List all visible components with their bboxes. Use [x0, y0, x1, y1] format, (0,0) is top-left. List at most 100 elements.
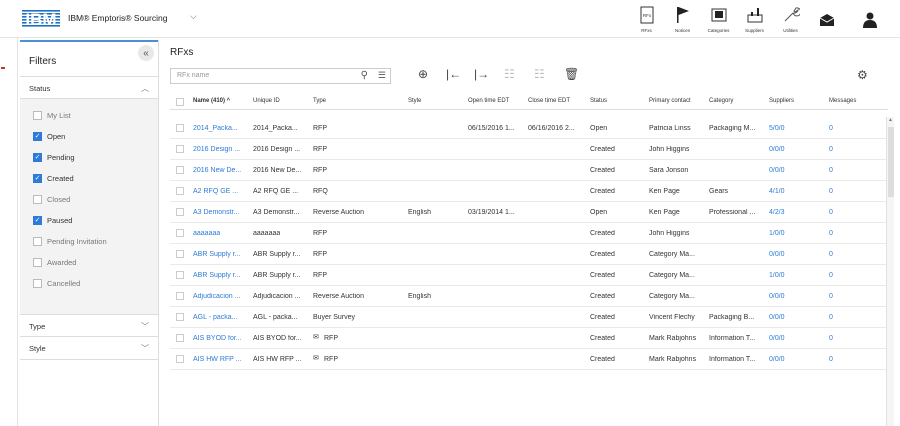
- suppliers-count[interactable]: 0/0/0: [769, 146, 785, 153]
- table-row[interactable]: ABR Supply r... ABR Supply r... RFP Created…: [170, 244, 888, 265]
- table-row[interactable]: ABR Supply r... ABR Supply r... RFP Created…: [170, 265, 888, 286]
- row-checkbox[interactable]: [176, 166, 184, 174]
- row-checkbox[interactable]: [176, 124, 184, 132]
- table-row[interactable]: Adjudicacion ... Adjudicacion ... Reverse …: [170, 286, 888, 307]
- select-all-checkbox[interactable]: [176, 98, 184, 106]
- col-name[interactable]: Name (410) ^: [193, 98, 230, 104]
- add-circle-icon[interactable]: ⊕: [418, 67, 428, 81]
- messages-count[interactable]: 0: [829, 167, 833, 174]
- table-row[interactable]: AIS HW RFP ... AIS HW RFP ... ✉ RFP Created M…: [170, 349, 888, 370]
- col-primary-contact[interactable]: Primary contact: [649, 98, 691, 104]
- table-row[interactable]: 2016 Design ... 2016 Design ... RFP Created…: [170, 139, 888, 160]
- table-row[interactable]: aaaaaaa aaaaaaa RFP Created John Higgins 1/0/…: [170, 223, 888, 244]
- status-option-awarded[interactable]: Awarded: [20, 252, 158, 273]
- messages-count[interactable]: 0: [829, 272, 833, 279]
- type-section-header[interactable]: Type ﹀: [20, 314, 158, 337]
- col-suppliers[interactable]: Suppliers: [769, 98, 794, 104]
- status-option-paused[interactable]: Paused: [20, 210, 158, 231]
- col-close-time[interactable]: Close time EDT: [528, 98, 570, 104]
- row-checkbox[interactable]: [176, 271, 184, 279]
- rfx-name-link[interactable]: AIS BYOD for...: [193, 335, 242, 342]
- nav-notices[interactable]: Notices: [670, 2, 695, 36]
- messages-count[interactable]: 0: [829, 146, 833, 153]
- suppliers-count[interactable]: 0/0/0: [769, 251, 785, 258]
- suppliers-count[interactable]: 5/0/0: [769, 125, 785, 132]
- col-style[interactable]: Style: [408, 98, 421, 104]
- table-row[interactable]: A3 Demonstr... A3 Demonstr... Reverse Auct…: [170, 202, 888, 223]
- table-row[interactable]: AIS BYOD for... AIS BYOD for... ✉ RFP Create…: [170, 328, 888, 349]
- rfx-name-link[interactable]: A2 RFQ GE ...: [193, 188, 238, 195]
- messages-count[interactable]: 0: [829, 188, 833, 195]
- suppliers-count[interactable]: 4/1/0: [769, 188, 785, 195]
- suppliers-count[interactable]: 0/0/0: [769, 356, 785, 363]
- nav-messages[interactable]: [814, 2, 839, 36]
- filter-search-icon[interactable]: ☰: [378, 70, 386, 81]
- rfx-name-link[interactable]: AGL - packa...: [193, 314, 237, 321]
- settings-gear-icon[interactable]: ⚙: [857, 68, 868, 82]
- status-section-header[interactable]: Status ︿: [20, 76, 158, 99]
- suppliers-count[interactable]: 0/0/0: [769, 167, 785, 174]
- suppliers-count[interactable]: 1/0/0: [769, 272, 785, 279]
- nav-user[interactable]: [857, 2, 882, 36]
- nav-utilities[interactable]: Utilities: [778, 2, 803, 36]
- row-checkbox[interactable]: [176, 292, 184, 300]
- table-row[interactable]: 2014_Packa... 2014_Packa... RFP 06/15/2016 …: [170, 118, 888, 139]
- rfx-name-link[interactable]: AIS HW RFP ...: [193, 356, 242, 363]
- rfx-name-link[interactable]: A3 Demonstr...: [193, 209, 239, 216]
- rfx-name-link[interactable]: 2016 New De...: [193, 167, 241, 174]
- messages-count[interactable]: 0: [829, 314, 833, 321]
- checkbox[interactable]: [33, 153, 42, 162]
- rfx-name-link[interactable]: aaaaaaa: [193, 230, 220, 237]
- messages-count[interactable]: 0: [829, 335, 833, 342]
- row-checkbox[interactable]: [176, 313, 184, 321]
- checkbox[interactable]: [33, 195, 42, 204]
- vertical-scrollbar[interactable]: ▲: [886, 117, 894, 426]
- row-checkbox[interactable]: [176, 145, 184, 153]
- rfx-name-link[interactable]: 2016 Design ...: [193, 146, 240, 153]
- messages-count[interactable]: 0: [829, 230, 833, 237]
- row-checkbox[interactable]: [176, 355, 184, 363]
- suppliers-count[interactable]: 4/2/3: [769, 209, 785, 216]
- nav-suppliers[interactable]: Suppliers: [742, 2, 767, 36]
- suppliers-count[interactable]: 0/0/0: [769, 335, 785, 342]
- status-option-pending-invitation[interactable]: Pending Invitation: [20, 231, 158, 252]
- col-status[interactable]: Status: [590, 98, 607, 104]
- status-option-created[interactable]: Created: [20, 168, 158, 189]
- status-option-pending[interactable]: Pending: [20, 147, 158, 168]
- rfx-name-link[interactable]: ABR Supply r...: [193, 272, 240, 279]
- checkbox[interactable]: [33, 237, 42, 246]
- row-checkbox[interactable]: [176, 229, 184, 237]
- move-list-icon[interactable]: ☷: [534, 67, 545, 81]
- search-input[interactable]: RFx name ⚲ ☰: [170, 68, 391, 84]
- table-row[interactable]: AGL - packa... AGL - packa... Buyer Survey…: [170, 307, 888, 328]
- rfx-name-link[interactable]: Adjudicacion ...: [193, 293, 240, 300]
- row-checkbox[interactable]: [176, 334, 184, 342]
- nav-rfxs[interactable]: RFx RFxs: [634, 2, 659, 36]
- row-checkbox[interactable]: [176, 250, 184, 258]
- status-option-closed[interactable]: Closed: [20, 189, 158, 210]
- messages-count[interactable]: 0: [829, 125, 833, 132]
- collapse-filters-button[interactable]: «: [138, 45, 154, 61]
- checkbox[interactable]: [33, 279, 42, 288]
- status-option-cancelled[interactable]: Cancelled: [20, 273, 158, 294]
- table-row[interactable]: A2 RFQ GE ... A2 RFQ GE ... RFQ Created Ken …: [170, 181, 888, 202]
- export-icon[interactable]: |→: [474, 67, 489, 81]
- ibm-logo[interactable]: IBM: [22, 9, 60, 29]
- rfx-name-link[interactable]: ABR Supply r...: [193, 251, 240, 258]
- trash-icon[interactable]: 🗑: [564, 67, 579, 81]
- messages-count[interactable]: 0: [829, 356, 833, 363]
- style-section-header[interactable]: Style ﹀: [20, 337, 158, 360]
- table-row[interactable]: 2016 New De... 2016 New De... RFP Created Sa…: [170, 160, 888, 181]
- suppliers-count[interactable]: 1/0/0: [769, 230, 785, 237]
- row-checkbox[interactable]: [176, 187, 184, 195]
- col-type[interactable]: Type: [313, 98, 326, 104]
- col-open-time[interactable]: Open time EDT: [468, 98, 509, 104]
- suppliers-count[interactable]: 0/0/0: [769, 314, 785, 321]
- checkbox[interactable]: [33, 258, 42, 267]
- suppliers-count[interactable]: 0/0/0: [769, 293, 785, 300]
- scroll-up-icon[interactable]: ▲: [888, 117, 893, 123]
- col-messages[interactable]: Messages: [829, 98, 856, 104]
- messages-count[interactable]: 0: [829, 209, 833, 216]
- checkbox[interactable]: [33, 216, 42, 225]
- checkbox[interactable]: [33, 111, 42, 120]
